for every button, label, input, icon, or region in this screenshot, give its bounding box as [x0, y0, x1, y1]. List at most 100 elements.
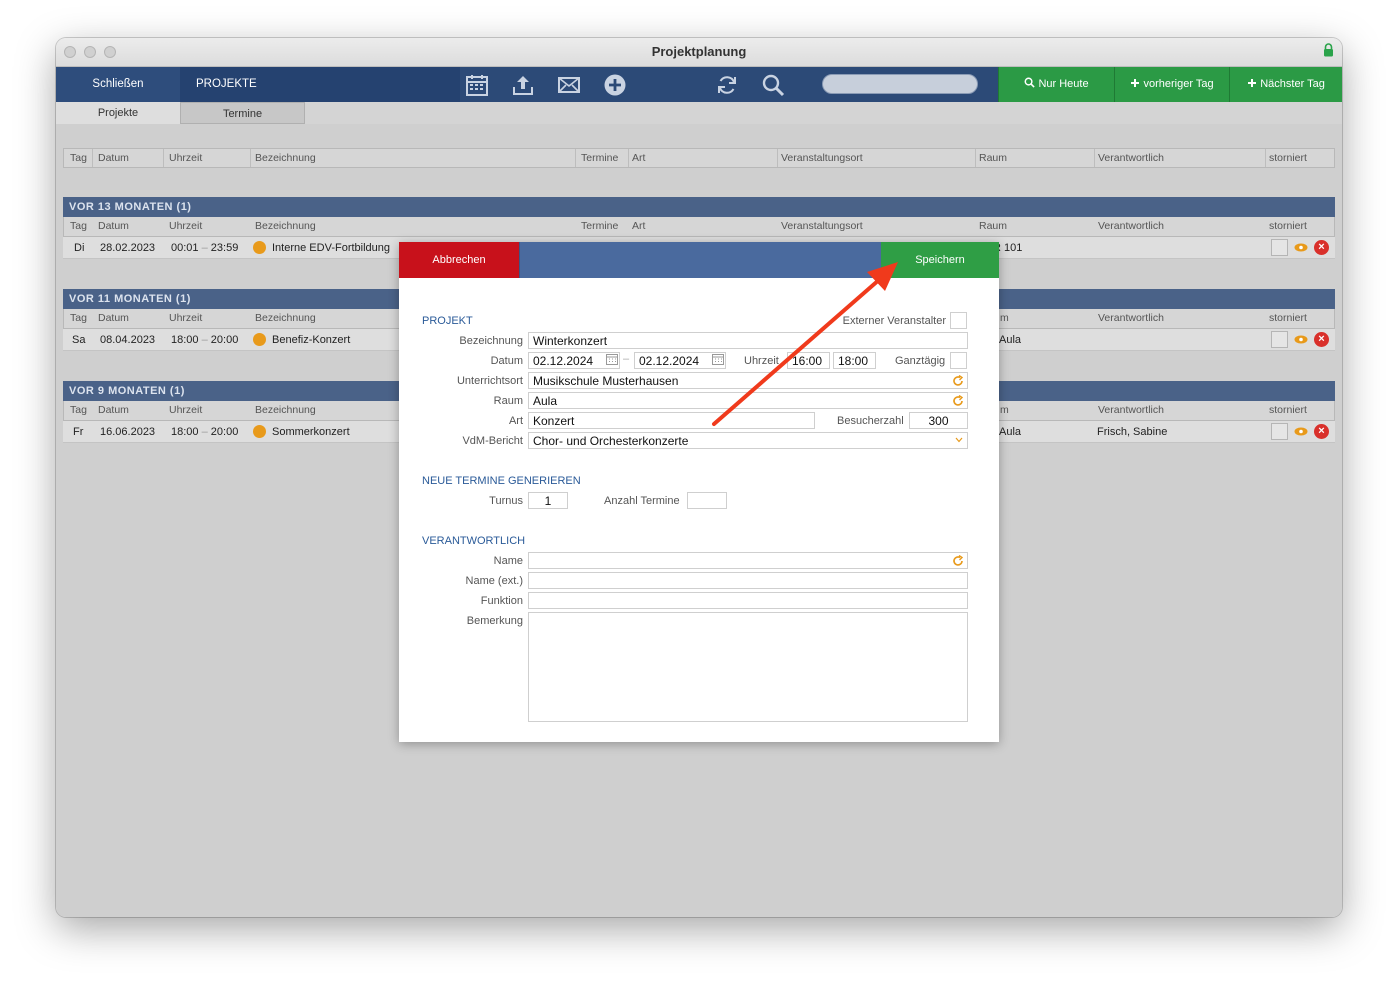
storniert-checkbox[interactable] — [1271, 423, 1288, 440]
row-datum: 28.02.2023 — [100, 242, 156, 254]
row-bezeichnung: Interne EDV-Fortbildung — [272, 242, 391, 254]
delete-icon[interactable]: × — [1314, 424, 1329, 439]
previous-day-label: vorheriger Tag — [1143, 78, 1214, 90]
delete-icon[interactable]: × — [1314, 240, 1329, 255]
col-datum: Datum — [98, 220, 129, 232]
arrow-icon[interactable] — [253, 241, 266, 254]
unterrichtsort-label: Unterrichtsort — [456, 375, 523, 387]
plus-icon — [1131, 79, 1140, 87]
type-field[interactable]: Konzert — [528, 412, 815, 429]
external-organizer-checkbox[interactable] — [950, 312, 967, 329]
calendar-icon[interactable] — [712, 354, 724, 365]
besucherzahl-label: Besucherzahl — [837, 415, 904, 427]
col-uhrzeit: Uhrzeit — [169, 220, 203, 232]
row-bezeichnung: Sommerkonzert — [272, 426, 350, 438]
upload-icon[interactable] — [511, 73, 535, 97]
col-verantwortlich: Verantwortlich — [1098, 312, 1164, 324]
lock-icon — [1324, 43, 1333, 57]
chevron-down-icon[interactable] — [955, 437, 963, 443]
add-icon[interactable] — [603, 73, 627, 97]
window-title: Projektplanung — [651, 44, 747, 59]
title-bar: Projektplanung — [56, 38, 1342, 67]
cancel-button[interactable]: Abbrechen — [399, 242, 519, 278]
toolbar: Schließen PROJEKTE Nur Heute vorheriger … — [56, 67, 1342, 102]
search-icon — [1024, 77, 1036, 88]
visitor-count-field[interactable]: 300 — [909, 412, 968, 429]
close-button[interactable]: Schließen — [56, 67, 180, 102]
tab-projekte[interactable]: Projekte — [56, 102, 180, 124]
row-tag: Sa — [72, 334, 86, 346]
section-projekt: PROJEKT — [422, 315, 473, 327]
col-datum: Datum — [98, 404, 129, 416]
dialog-header-bar — [519, 242, 881, 278]
delete-icon[interactable]: × — [1314, 332, 1329, 347]
row-uhrzeit: 18:00 – 20:00 — [171, 334, 238, 346]
time-separator: – — [201, 242, 208, 254]
row-tag: Di — [74, 242, 85, 254]
col-datum: Datum — [98, 152, 129, 164]
row-start: 18:00 — [171, 334, 199, 346]
next-day-button[interactable]: Nächster Tag — [1229, 67, 1342, 102]
interval-field[interactable]: 1 — [528, 492, 568, 509]
calendar-icon[interactable] — [606, 354, 618, 365]
row-uhrzeit: 18:00 – 20:00 — [171, 426, 238, 438]
location-field[interactable]: Musikschule Musterhausen — [528, 372, 968, 389]
refresh-icon[interactable] — [952, 395, 964, 407]
time-from-field[interactable]: 16:00 — [787, 352, 830, 369]
storniert-checkbox[interactable] — [1271, 331, 1288, 348]
row-start: 18:00 — [171, 426, 199, 438]
eye-icon[interactable] — [1294, 243, 1308, 252]
plus-icon — [1248, 79, 1257, 87]
calendar-icon[interactable] — [465, 73, 489, 97]
external-organizer-label: Externer Veranstalter — [842, 315, 946, 327]
col-bezeichnung: Bezeichnung — [255, 152, 316, 164]
storniert-checkbox[interactable] — [1271, 239, 1288, 256]
name-field[interactable] — [528, 552, 968, 569]
col-art: Art — [632, 152, 646, 164]
time-to-field[interactable]: 18:00 — [833, 352, 876, 369]
time-separator: – — [201, 334, 208, 346]
row-end: 20:00 — [210, 334, 239, 346]
bemerkung-label: Bemerkung — [466, 615, 523, 627]
search-input[interactable] — [822, 74, 978, 94]
mail-icon[interactable] — [557, 73, 581, 97]
row-verantwortlich: Frisch, Sabine — [1097, 426, 1168, 438]
col-uhrzeit: Uhrzeit — [169, 404, 203, 416]
appointment-count-field[interactable] — [687, 492, 727, 509]
remark-textarea[interactable] — [528, 612, 968, 722]
art-label: Art — [508, 415, 523, 427]
bezeichnung-field[interactable]: Winterkonzert — [528, 332, 968, 349]
col-termine: Termine — [581, 220, 619, 232]
refresh-icon[interactable] — [715, 73, 739, 97]
previous-day-button[interactable]: vorheriger Tag — [1114, 67, 1229, 102]
all-day-checkbox[interactable] — [950, 352, 967, 369]
refresh-icon[interactable] — [952, 555, 964, 567]
anzahl-termine-label: Anzahl Termine — [604, 495, 680, 507]
search-icon[interactable] — [761, 73, 785, 97]
row-uhrzeit: 00:01 – 23:59 — [171, 242, 238, 254]
col-verantwortlich: Verantwortlich — [1098, 220, 1164, 232]
save-button[interactable]: Speichern — [881, 242, 999, 278]
col-storniert: storniert — [1269, 220, 1307, 232]
room-field[interactable]: Aula — [528, 392, 968, 409]
arrow-icon[interactable] — [253, 333, 266, 346]
arrow-icon[interactable] — [253, 425, 266, 438]
eye-icon[interactable] — [1294, 427, 1308, 436]
only-today-button[interactable]: Nur Heute — [998, 67, 1114, 102]
tab-termine[interactable]: Termine — [180, 102, 305, 124]
name-ext-label: Name (ext.) — [465, 575, 523, 587]
next-day-label: Nächster Tag — [1260, 78, 1325, 90]
col-datum: Datum — [98, 312, 129, 324]
raum-label: Raum — [493, 395, 523, 407]
eye-icon[interactable] — [1294, 335, 1308, 344]
col-bezeichnung: Bezeichnung — [255, 404, 316, 416]
refresh-icon[interactable] — [952, 375, 964, 387]
row-end: 20:00 — [210, 426, 239, 438]
col-raum: Raum — [979, 220, 1008, 232]
row-raum: Aula — [999, 334, 1022, 346]
funktion-label: Funktion — [480, 595, 523, 607]
name-ext-field[interactable] — [528, 572, 968, 589]
vdm-report-select[interactable]: Chor- und Orchesterkonzerte — [528, 432, 968, 449]
function-field[interactable] — [528, 592, 968, 609]
col-uhrzeit: Uhrzeit — [169, 152, 203, 164]
